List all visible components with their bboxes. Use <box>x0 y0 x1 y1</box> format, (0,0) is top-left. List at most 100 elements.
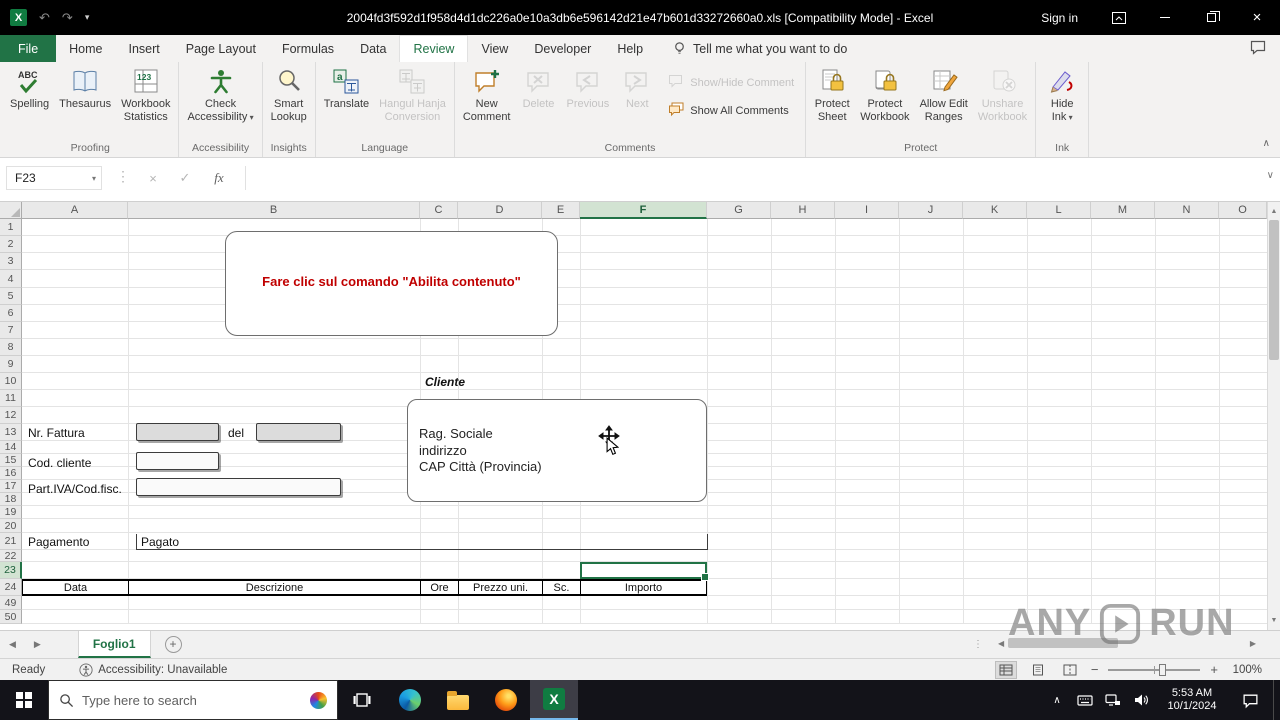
row-header-15[interactable]: 15 <box>0 454 22 467</box>
sheet-nav-right-icon[interactable]: ▶ <box>25 639 50 650</box>
scroll-left-icon[interactable]: ◀ <box>994 639 1008 648</box>
minimize-button[interactable] <box>1142 0 1188 35</box>
zoom-slider-thumb[interactable] <box>1159 663 1166 676</box>
start-button[interactable] <box>0 680 48 720</box>
pagamento-field[interactable] <box>136 534 708 550</box>
tab-page-layout[interactable]: Page Layout <box>173 35 269 62</box>
ribbon-button-check-accessibility[interactable]: Check Accessibility ▾ <box>182 63 258 139</box>
column-header-c[interactable]: C <box>420 202 458 219</box>
cliente-shape[interactable]: Rag. Sociale indirizzo CAP Città (Provin… <box>407 399 707 502</box>
touch-keyboard-icon[interactable] <box>1073 680 1097 720</box>
ribbon-button-smart-lookup[interactable]: Smart Lookup <box>266 63 312 139</box>
tab-home[interactable]: Home <box>56 35 115 62</box>
ribbon-display-options-icon[interactable] <box>1096 0 1142 35</box>
row-header-18[interactable]: 18 <box>0 493 22 506</box>
row-header-7[interactable]: 7 <box>0 322 22 339</box>
ribbon-button-previous[interactable]: Previous <box>562 63 615 139</box>
row-header-50[interactable]: 50 <box>0 610 22 624</box>
ribbon-button-delete[interactable]: Delete <box>516 63 562 139</box>
tab-review[interactable]: Review <box>399 35 469 62</box>
sheet-nav-left-icon[interactable]: ◀ <box>0 639 25 650</box>
column-header-l[interactable]: L <box>1027 202 1091 219</box>
cancel-entry-button[interactable]: × <box>140 166 166 190</box>
column-header-j[interactable]: J <box>899 202 963 219</box>
row-header-8[interactable]: 8 <box>0 339 22 356</box>
taskbar-edge-button[interactable] <box>386 680 434 720</box>
ribbon-button-new-comment[interactable]: New Comment <box>458 63 516 139</box>
row-header-19[interactable]: 19 <box>0 506 22 519</box>
row-header-16[interactable]: 16 <box>0 467 22 480</box>
close-button[interactable]: × <box>1234 0 1280 35</box>
zoom-in-button[interactable]: + <box>1210 662 1218 677</box>
ribbon-button-protect-sheet[interactable]: Protect Sheet <box>809 63 855 139</box>
vertical-scrollbar[interactable]: ▲ ▼ <box>1267 202 1280 630</box>
column-header-m[interactable]: M <box>1091 202 1155 219</box>
volume-icon[interactable] <box>1129 680 1153 720</box>
row-header-13[interactable]: 13 <box>0 424 22 441</box>
row-header-21[interactable]: 21 <box>0 533 22 550</box>
row-header-20[interactable]: 20 <box>0 519 22 533</box>
new-sheet-button[interactable]: + <box>164 636 182 653</box>
column-header-i[interactable]: I <box>835 202 899 219</box>
scroll-up-icon[interactable]: ▲ <box>1268 204 1280 219</box>
tab-help[interactable]: Help <box>604 35 656 62</box>
row-header-11[interactable]: 11 <box>0 390 22 407</box>
vertical-scroll-thumb[interactable] <box>1269 220 1279 360</box>
tab-insert[interactable]: Insert <box>116 35 173 62</box>
ribbon-button-hide-ink[interactable]: Hide Ink ▾ <box>1039 63 1085 139</box>
ribbon-button-show-hide-comment[interactable]: Show/Hide Comment <box>668 73 794 92</box>
scroll-down-icon[interactable]: ▼ <box>1268 613 1280 628</box>
tabstrip-resize-handle[interactable]: ⋮ <box>973 639 985 650</box>
ribbon-button-thesaurus[interactable]: Thesaurus <box>54 63 116 139</box>
customize-qat-icon[interactable]: ▾ <box>85 12 90 23</box>
row-header-6[interactable]: 6 <box>0 305 22 322</box>
ribbon-button-show-all-comments[interactable]: Show All Comments <box>668 101 794 120</box>
taskbar-search[interactable]: Type here to search <box>48 680 338 720</box>
sheet-tab-foglio1[interactable]: Foglio1 <box>77 631 151 658</box>
column-header-e[interactable]: E <box>542 202 580 219</box>
selected-cell[interactable] <box>580 562 709 581</box>
restore-button[interactable] <box>1188 0 1234 35</box>
column-header-d[interactable]: D <box>458 202 542 219</box>
enter-entry-button[interactable]: ✓ <box>172 166 198 190</box>
row-header-22[interactable]: 22 <box>0 550 22 562</box>
row-header-14[interactable]: 14 <box>0 441 22 454</box>
horizontal-scroll-thumb[interactable] <box>1008 638 1119 648</box>
zoom-slider[interactable] <box>1108 663 1201 676</box>
network-icon[interactable] <box>1101 680 1125 720</box>
ribbon-button-protect-workbook[interactable]: Protect Workbook <box>855 63 914 139</box>
row-header-49[interactable]: 49 <box>0 596 22 610</box>
sign-in-button[interactable]: Sign in <box>1023 0 1096 35</box>
row-header-12[interactable]: 12 <box>0 407 22 424</box>
row-header-17[interactable]: 17 <box>0 480 22 493</box>
row-header-9[interactable]: 9 <box>0 356 22 373</box>
column-header-b[interactable]: B <box>128 202 420 219</box>
row-header-24[interactable]: 24 <box>0 579 22 596</box>
notice-shape[interactable]: Fare clic sul comando "Abilita contenuto… <box>225 231 558 336</box>
page-layout-view-button[interactable] <box>1027 661 1049 679</box>
page-break-view-button[interactable] <box>1059 661 1081 679</box>
taskbar-clock[interactable]: 5:53 AM 10/1/2024 <box>1157 687 1227 713</box>
tell-me-box[interactable]: Tell me what you want to do <box>656 35 847 62</box>
column-header-o[interactable]: O <box>1219 202 1267 219</box>
row-header-3[interactable]: 3 <box>0 253 22 270</box>
ribbon-button-workbook-statistics[interactable]: 123 Workbook Statistics <box>116 63 175 139</box>
select-all-corner[interactable] <box>0 202 22 219</box>
taskbar-file-explorer-button[interactable] <box>434 680 482 720</box>
cod-cliente-field[interactable] <box>136 452 219 470</box>
nr-fattura-field[interactable] <box>136 423 219 441</box>
taskbar-excel-button[interactable]: X <box>530 680 578 720</box>
row-header-23[interactable]: 23 <box>0 562 22 579</box>
redo-button[interactable]: ↷ <box>62 11 73 24</box>
ribbon-button-unshare-workbook[interactable]: Unshare Workbook <box>973 63 1032 139</box>
taskbar-firefox-button[interactable] <box>482 680 530 720</box>
zoom-level[interactable]: 100% <box>1228 664 1262 676</box>
part-iva-field[interactable] <box>136 478 341 496</box>
show-desktop-button[interactable] <box>1273 680 1278 720</box>
row-header-10[interactable]: 10 <box>0 373 22 390</box>
scroll-right-icon[interactable]: ▶ <box>1246 639 1260 648</box>
name-box-caret-icon[interactable]: ▾ <box>92 174 96 183</box>
hidden-icons-chevron[interactable]: ∧ <box>1045 680 1069 720</box>
row-header-2[interactable]: 2 <box>0 236 22 253</box>
expand-formula-bar-icon[interactable]: ∨ <box>1267 170 1274 181</box>
